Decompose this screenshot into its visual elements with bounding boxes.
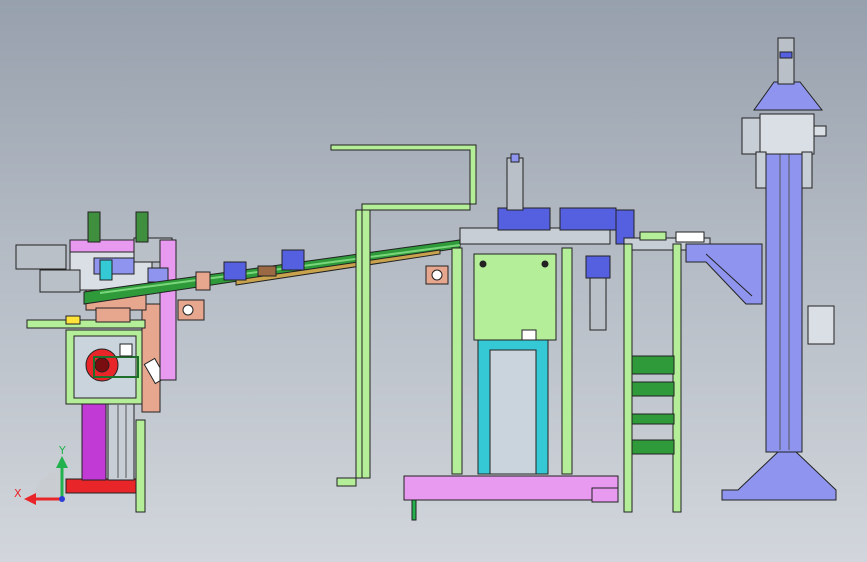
cad-part	[801, 151, 813, 189]
robot-head	[759, 113, 815, 155]
cad-part	[94, 357, 110, 373]
cad-part	[451, 247, 463, 475]
ladder-rail-left	[623, 243, 633, 513]
middle-frame[interactable]	[330, 144, 635, 521]
cad-part	[589, 277, 607, 331]
robot-cone	[753, 81, 824, 111]
column-base	[721, 449, 837, 501]
cad-part	[135, 211, 149, 243]
cad-part	[119, 343, 133, 357]
ladder-rung-1	[631, 355, 675, 375]
cad-part	[541, 260, 549, 268]
x-axis-label: X	[14, 487, 22, 500]
slide-block-2	[559, 207, 617, 231]
cad-part	[95, 307, 131, 323]
cad-part	[675, 231, 705, 243]
cad-part	[59, 496, 65, 502]
cad-part	[510, 153, 520, 163]
cad-part	[755, 151, 767, 189]
cad-part	[489, 349, 537, 475]
cad-part	[195, 271, 211, 291]
feeder-column-grey	[107, 403, 135, 481]
cad-part	[99, 259, 113, 281]
feeder-motor	[15, 244, 67, 270]
feeder-base-red	[65, 478, 145, 494]
cad-part	[24, 493, 36, 505]
pink-base-plate	[403, 475, 619, 501]
right-conveyor[interactable]	[623, 231, 763, 513]
vertical-guard-rail	[361, 209, 371, 479]
y-axis-label: Y	[58, 444, 66, 457]
slide-cylinder	[506, 157, 524, 211]
cad-viewport[interactable]: Y X	[0, 0, 867, 562]
cad-part	[257, 265, 277, 277]
coordinate-triad: Y X	[14, 444, 68, 505]
cad-part	[779, 51, 793, 59]
ladder-rail-right	[672, 243, 682, 513]
cad-part	[813, 125, 827, 137]
feeder-vertical-plate	[159, 239, 177, 381]
ladder-rung-3	[631, 413, 675, 425]
left-feeder-station[interactable]	[15, 211, 205, 513]
feeder-leg	[135, 419, 146, 513]
feeder-column-magenta	[81, 403, 107, 481]
ladder-rung-4	[631, 439, 675, 455]
ladder-rung-2	[631, 381, 675, 397]
conveyor-clamp-2	[281, 249, 305, 271]
slide-block-1	[497, 207, 551, 231]
cad-part	[479, 260, 487, 268]
cad-part	[741, 117, 761, 155]
cad-part	[585, 255, 611, 279]
cad-part	[34, 471, 62, 499]
column-body	[765, 151, 803, 453]
robot-mast	[777, 37, 795, 85]
cad-part	[431, 269, 443, 281]
assembly-drawing: Y X	[14, 37, 837, 521]
column-side-block	[807, 305, 835, 345]
cad-part	[56, 456, 68, 468]
cad-part	[561, 247, 573, 475]
cad-part	[591, 487, 619, 503]
conveyor-clamp-1	[223, 261, 247, 281]
cad-part	[147, 267, 169, 283]
cad-part	[87, 211, 101, 243]
cad-part	[65, 315, 81, 325]
cad-part	[39, 269, 81, 293]
cad-part	[639, 231, 667, 241]
cad-part	[182, 304, 194, 316]
cad-part	[411, 499, 417, 521]
